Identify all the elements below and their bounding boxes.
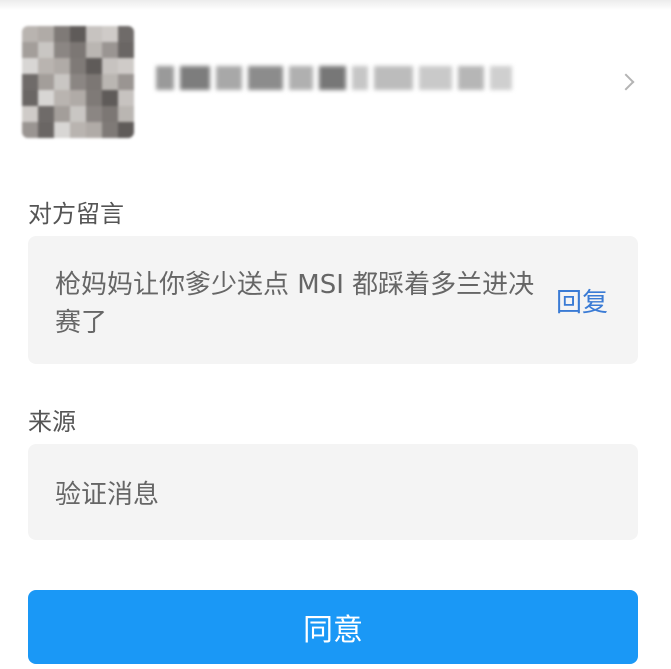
reply-link[interactable]: 回复 <box>556 282 608 319</box>
avatar-pixel <box>118 90 134 106</box>
avatar-pixel <box>86 58 102 74</box>
avatar-pixel <box>86 42 102 58</box>
avatar-pixel <box>70 26 86 42</box>
message-text: 枪妈妈让你爹少送点 MSI 都踩着多兰进决赛了 <box>55 270 535 338</box>
source-value: 验证消息 <box>55 480 160 510</box>
avatar-pixel <box>38 122 54 138</box>
avatar-pixel <box>86 74 102 90</box>
avatar-pixel <box>70 42 86 58</box>
avatar-pixel <box>38 26 54 42</box>
avatar-pixel <box>102 106 118 122</box>
chevron-right-icon[interactable] <box>617 73 635 91</box>
avatar-pixel <box>54 26 70 42</box>
avatar-pixel <box>118 122 134 138</box>
avatar-pixel <box>22 26 38 42</box>
avatar[interactable] <box>22 26 134 138</box>
avatar-pixel <box>102 58 118 74</box>
requester-profile-row[interactable] <box>0 18 671 144</box>
avatar-pixel <box>86 122 102 138</box>
avatar-pixel <box>86 90 102 106</box>
avatar-pixel <box>22 90 38 106</box>
avatar-pixel <box>22 106 38 122</box>
avatar-pixel <box>38 74 54 90</box>
avatar-pixel <box>118 74 134 90</box>
avatar-pixel <box>102 74 118 90</box>
avatar-pixel <box>70 106 86 122</box>
source-card: 验证消息 <box>28 444 638 540</box>
source-section-label: 来源 <box>28 408 76 436</box>
avatar-pixel <box>118 106 134 122</box>
top-bar-edge <box>0 0 671 10</box>
avatar-pixel <box>38 58 54 74</box>
avatar-pixel <box>54 74 70 90</box>
agree-button[interactable]: 同意 <box>28 590 638 664</box>
avatar-pixel <box>102 122 118 138</box>
avatar-pixel <box>102 26 118 42</box>
avatar-pixel <box>70 58 86 74</box>
avatar-pixel <box>54 122 70 138</box>
avatar-pixel <box>38 90 54 106</box>
avatar-pixel <box>70 74 86 90</box>
avatar-pixel <box>22 74 38 90</box>
avatar-pixel <box>118 58 134 74</box>
avatar-pixel <box>86 26 102 42</box>
avatar-pixel <box>118 26 134 42</box>
avatar-pixel <box>38 106 54 122</box>
avatar-pixel <box>22 58 38 74</box>
avatar-pixel <box>54 106 70 122</box>
requester-name-redacted <box>156 62 512 94</box>
agree-button-label: 同意 <box>303 613 363 648</box>
avatar-pixel <box>54 42 70 58</box>
avatar-pixel <box>22 42 38 58</box>
message-section-label: 对方留言 <box>28 200 124 228</box>
avatar-pixel <box>38 42 54 58</box>
avatar-pixel <box>54 90 70 106</box>
avatar-pixel <box>70 122 86 138</box>
avatar-pixel <box>102 42 118 58</box>
avatar-pixel <box>102 90 118 106</box>
avatar-pixel <box>70 90 86 106</box>
avatar-pixel <box>54 58 70 74</box>
avatar-pixel <box>86 106 102 122</box>
avatar-pixel <box>22 122 38 138</box>
message-card: 枪妈妈让你爹少送点 MSI 都踩着多兰进决赛了 回复 <box>28 236 638 364</box>
avatar-pixel <box>118 42 134 58</box>
